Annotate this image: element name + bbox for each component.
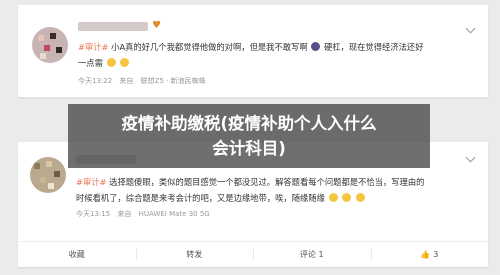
- emoji-icon: [311, 42, 321, 51]
- post-content: #审计# 小A真的好几个我都觉得他做的对啊，但是我不敢写啊 硬杠，现在觉得经济法…: [78, 39, 478, 71]
- screenshot-stage: ♥ #审计# 小A真的好几个我都觉得他做的对啊，但是我不敢写啊 硬杠，现在觉得经…: [0, 0, 500, 275]
- post-source[interactable]: 联想Z5 · 新浪民蜘蛛: [141, 77, 206, 85]
- post-source[interactable]: HUAWEI Mate 30 5G: [139, 210, 210, 218]
- chevron-down-icon[interactable]: [465, 152, 476, 163]
- topic-tag[interactable]: #审计#: [78, 42, 109, 52]
- weibo-post-card: ♥ #审计# 小A真的好几个我都觉得他做的对啊，但是我不敢写啊 硬杠，现在觉得经…: [18, 5, 488, 97]
- repost-button[interactable]: 转发: [135, 242, 254, 267]
- post-action-bar: 收藏 转发 评论 1 👍 3: [18, 241, 488, 267]
- repost-label: 转发: [186, 250, 203, 259]
- post-text: 一点需: [78, 58, 103, 68]
- favorite-label: 收藏: [68, 250, 85, 259]
- emoji-icon: [106, 58, 116, 67]
- like-count: 3: [433, 250, 439, 259]
- post-text: 时候看机了，综合题是来考会计的吧，又是边缘地带，唉，随缘随缘: [76, 193, 325, 203]
- post-text: 小A真的好几个我都觉得他做的对啊，但是我不敢写啊: [111, 42, 308, 52]
- name-heart-icon: ♥: [152, 20, 161, 31]
- username-blurred[interactable]: [78, 22, 148, 31]
- post-meta: 今天13:22 来自 联想Z5 · 新浪民蜘蛛: [78, 76, 211, 86]
- comment-button[interactable]: 评论 1: [253, 242, 371, 267]
- like-button[interactable]: 👍 3: [370, 242, 489, 267]
- post-content: #审计# 选择题傻眼，类似的题目感觉一个都没见过。解答题看每个问题都是不恰当，写…: [76, 174, 481, 206]
- post-text: 选择题傻眼，类似的题目感觉一个都没见过。解答题看每个问题都是不恰当，写理由的: [109, 177, 425, 187]
- article-title-overlay: 疫情补助缴税(疫情补助个人入什么 会计科目): [68, 104, 430, 168]
- source-prefix: 来自: [117, 210, 132, 218]
- post-text: 硬杠，现在觉得经济法还好: [323, 42, 424, 52]
- emoji-icon: [328, 193, 338, 202]
- thumbs-up-icon: 👍: [420, 250, 431, 259]
- avatar[interactable]: [30, 157, 66, 193]
- chevron-down-icon[interactable]: [465, 23, 476, 34]
- topic-tag[interactable]: #审计#: [76, 177, 107, 187]
- post-time: 今天13:15: [76, 210, 111, 218]
- emoji-icon: [120, 58, 130, 67]
- post-meta: 今天13:15 来自 HUAWEI Mate 30 5G: [76, 209, 215, 219]
- post-time: 今天13:22: [78, 77, 113, 85]
- emoji-icon: [355, 193, 365, 202]
- title-line: 会计科目): [212, 139, 286, 158]
- source-prefix: 来自: [119, 77, 134, 85]
- title-line: 疫情补助缴税(疫情补助个人入什么: [121, 114, 377, 133]
- favorite-button[interactable]: 收藏: [18, 242, 136, 267]
- emoji-icon: [342, 193, 352, 202]
- comment-label: 评论 1: [299, 250, 324, 259]
- avatar[interactable]: [32, 27, 68, 63]
